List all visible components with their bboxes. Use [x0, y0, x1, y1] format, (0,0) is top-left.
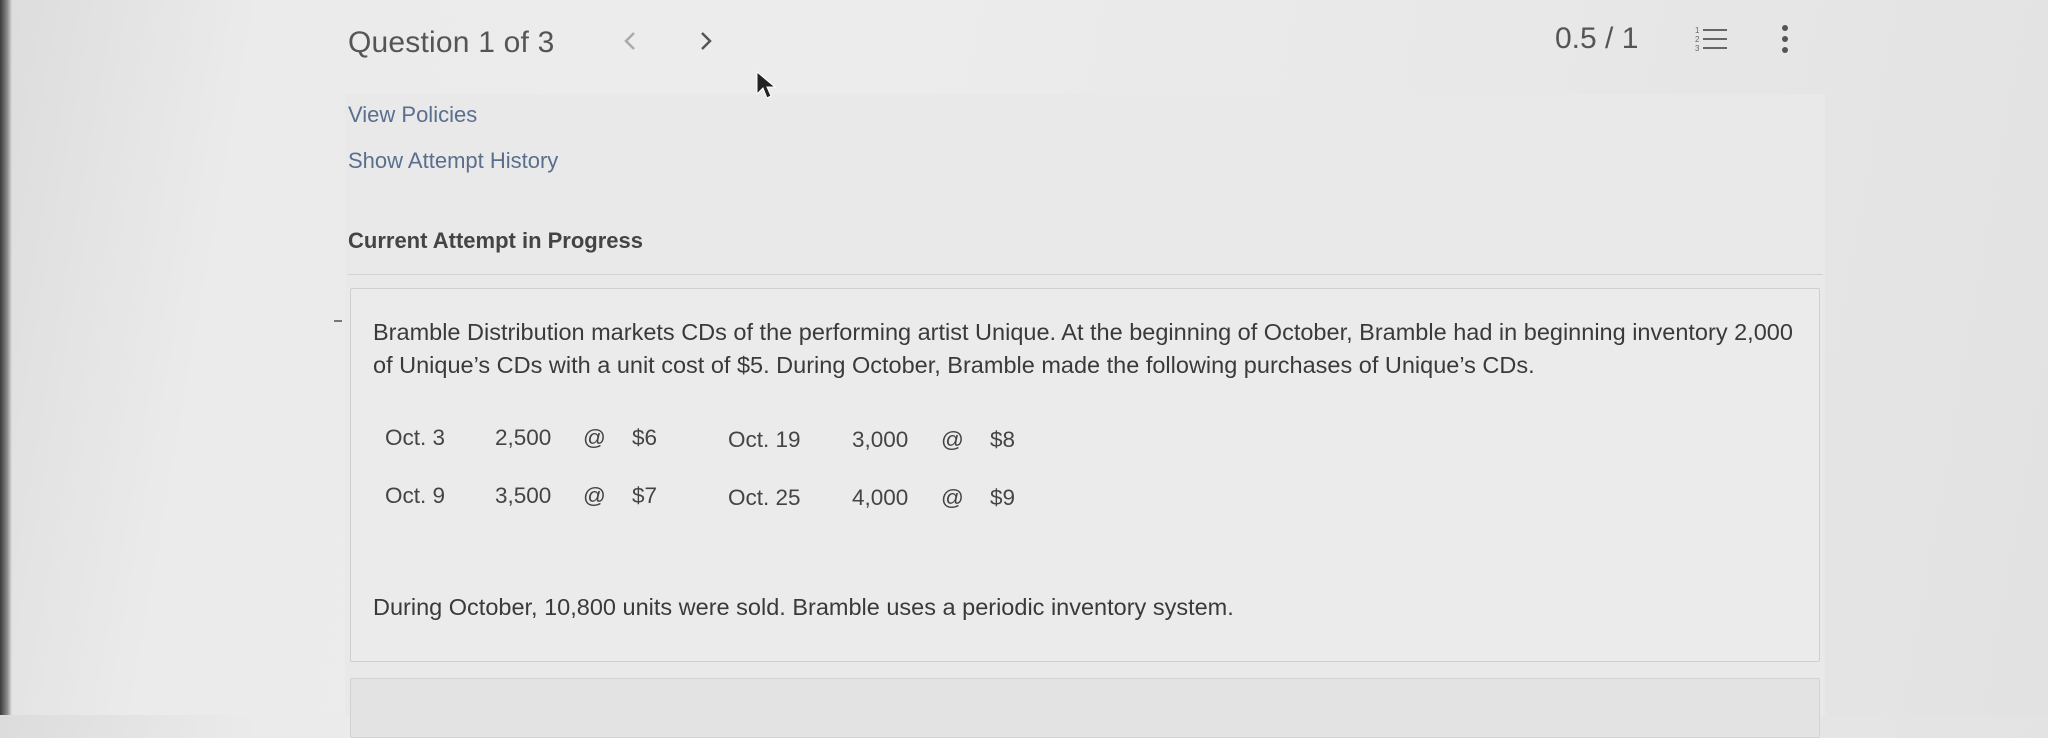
screen-edge-shadow: [0, 0, 12, 715]
purchase-unit-cost: $6: [632, 425, 658, 450]
purchase-date: Oct. 3: [385, 425, 446, 450]
svg-text:1: 1: [1695, 26, 1700, 35]
score-display: 0.5 / 1: [1555, 22, 1639, 55]
purchase-unit-cost: $9: [990, 485, 1016, 510]
svg-text:3: 3: [1695, 44, 1700, 53]
mouse-pointer-icon: [755, 70, 777, 105]
purchase-date: Oct. 19: [728, 427, 801, 452]
purchase-date: Oct. 25: [728, 485, 801, 510]
units-sold-text: During October, 10,800 units were sold. …: [373, 594, 1234, 620]
at-symbol: @: [583, 483, 606, 508]
section-divider: [348, 274, 1823, 275]
question-header: Question 1 of 3 0.5 / 1 1 2 3: [0, 0, 2048, 99]
next-question-button[interactable]: [696, 24, 716, 66]
purchase-unit-cost: $7: [632, 483, 658, 508]
show-attempt-history-link[interactable]: Show Attempt History: [348, 148, 558, 174]
svg-text:2: 2: [1695, 35, 1700, 44]
question-counter: Question 1 of 3: [348, 26, 555, 59]
purchase-units: 2,500: [495, 425, 552, 450]
next-question-part-box: [350, 678, 1820, 738]
more-vertical-icon[interactable]: [1779, 22, 1791, 61]
chevron-right-icon: [701, 32, 712, 50]
current-attempt-heading: Current Attempt in Progress: [348, 228, 644, 253]
at-symbol: @: [941, 427, 964, 452]
question-intro-text: Bramble Distribution markets CDs of the …: [373, 319, 1793, 378]
at-symbol: @: [941, 485, 964, 510]
chevron-left-icon: [624, 32, 635, 50]
purchase-units: 4,000: [852, 485, 909, 510]
numbered-list-icon[interactable]: 1 2 3: [1694, 24, 1728, 59]
purchase-date: Oct. 9: [385, 483, 446, 508]
purchase-unit-cost: $8: [990, 427, 1016, 452]
purchase-units: 3,500: [495, 483, 552, 508]
at-symbol: @: [583, 425, 606, 450]
previous-question-button[interactable]: [620, 24, 640, 66]
view-policies-link[interactable]: View Policies: [348, 102, 477, 128]
collapse-marker: [334, 320, 342, 322]
purchase-units: 3,000: [852, 427, 909, 452]
